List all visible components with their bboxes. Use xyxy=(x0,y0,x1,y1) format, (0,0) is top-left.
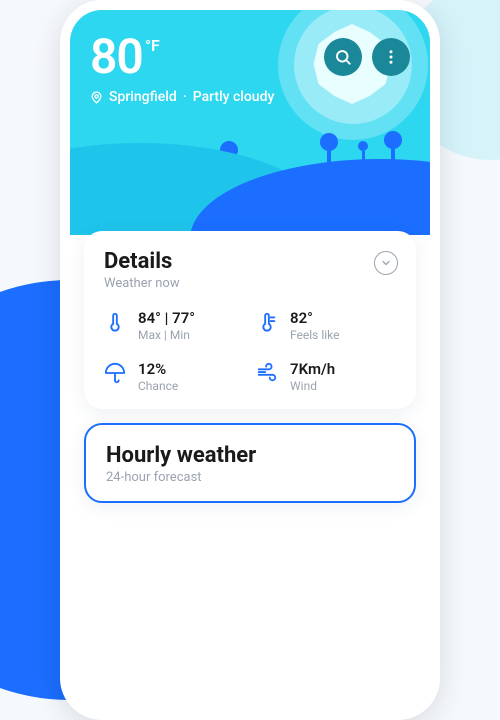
header-actions xyxy=(324,38,410,76)
thermometer-icon xyxy=(104,309,126,337)
details-subtitle: Weather now xyxy=(104,276,396,291)
details-card: Details Weather now 84° | 77° Max | Min xyxy=(84,231,416,409)
expand-button[interactable] xyxy=(374,251,398,275)
phone-frame: 80 °F Springfield · Partly cloudy xyxy=(60,0,440,720)
hourly-card[interactable]: Hourly weather 24-hour forecast xyxy=(84,423,416,503)
weather-condition: Partly cloudy xyxy=(193,89,275,105)
location-pin-icon xyxy=(90,91,103,104)
wind-icon xyxy=(256,360,278,388)
metric-maxmin-label: Max | Min xyxy=(138,328,195,342)
metric-wind: 7Km/h Wind xyxy=(256,360,396,393)
search-icon xyxy=(334,48,352,66)
location-name: Springfield xyxy=(109,89,177,105)
thermometer-sun-icon xyxy=(256,309,278,337)
hourly-title: Hourly weather xyxy=(106,443,394,468)
metric-chance-label: Chance xyxy=(138,379,178,393)
metric-feelslike-value: 82° xyxy=(290,309,340,327)
metric-chance-value: 12% xyxy=(138,360,178,378)
tree-illustration xyxy=(358,141,368,161)
weather-header: 80 °F Springfield · Partly cloudy xyxy=(70,10,430,235)
chevron-down-icon xyxy=(380,254,392,273)
metric-wind-label: Wind xyxy=(290,379,335,393)
more-button[interactable] xyxy=(372,38,410,76)
hourly-subtitle: 24-hour forecast xyxy=(106,470,394,485)
metric-wind-value: 7Km/h xyxy=(290,360,335,378)
metric-feelslike-label: Feels like xyxy=(290,328,340,342)
search-button[interactable] xyxy=(324,38,362,76)
metric-maxmin-value: 84° | 77° xyxy=(138,309,195,327)
metric-maxmin: 84° | 77° Max | Min xyxy=(104,309,244,342)
umbrella-icon xyxy=(104,360,126,388)
more-vertical-icon xyxy=(382,48,400,66)
location-separator: · xyxy=(183,89,187,105)
metric-chance: 12% Chance xyxy=(104,360,244,393)
temperature-unit: °F xyxy=(143,28,160,55)
metrics-grid: 84° | 77° Max | Min 82° Feels like xyxy=(104,309,396,393)
metric-feelslike: 82° Feels like xyxy=(256,309,396,342)
details-title: Details xyxy=(104,249,396,274)
temperature-value: 80 xyxy=(90,28,143,85)
